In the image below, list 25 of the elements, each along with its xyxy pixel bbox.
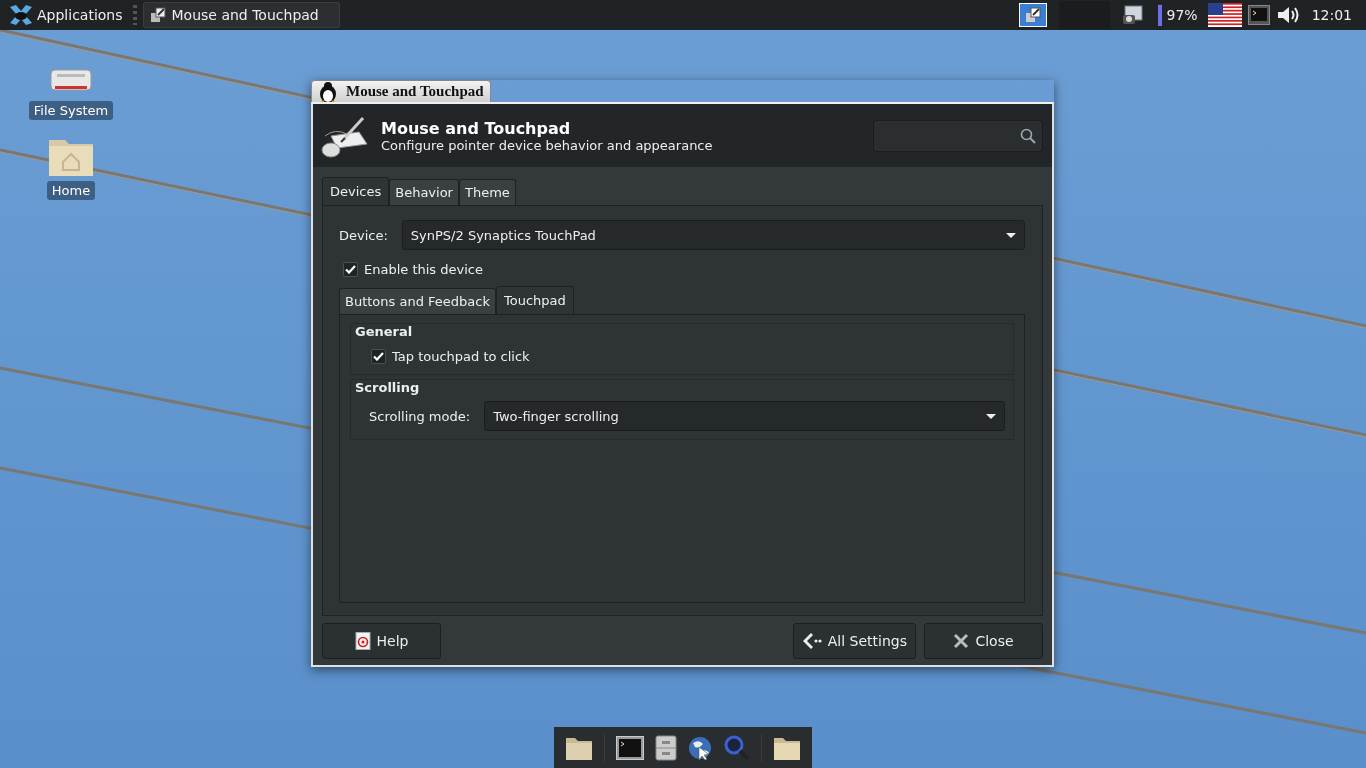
all-settings-button[interactable]: All Settings (792, 622, 916, 659)
clock[interactable]: 12:01 (1311, 7, 1352, 23)
dialog-subtitle: Configure pointer device behavior and appearance (381, 137, 714, 153)
battery-percentage: 97% (1166, 7, 1198, 23)
checkbox-label[interactable]: Tap touchpad to click (392, 349, 530, 364)
field-label: Device: (339, 227, 388, 243)
help-button[interactable]: Help (322, 622, 441, 659)
tab[interactable]: Behavior (389, 179, 459, 205)
close-button[interactable]: Close (924, 622, 1043, 659)
section-heading: General (355, 324, 413, 339)
desktop-icon-label[interactable]: File System (28, 101, 114, 120)
dialog-title: Mouse and Touchpad (381, 118, 572, 138)
desktop-icon-label[interactable]: Home (46, 181, 96, 200)
window-title: Mouse and Touchpad (346, 83, 484, 100)
tab[interactable]: Theme (458, 179, 516, 205)
applications-menu-button[interactable]: Applications (6, 1, 127, 29)
device-dropdown[interactable]: SynPS/2 Synaptics TouchPad (401, 220, 1025, 250)
tab[interactable]: Devices (322, 177, 390, 205)
scrolling-mode-dropdown[interactable]: Two-finger scrolling (484, 401, 1005, 431)
taskbar-button[interactable]: Mouse and Touchpad (142, 2, 340, 28)
checkbox-label[interactable]: Enable this device (364, 262, 483, 277)
tab[interactable]: Touchpad (495, 286, 574, 314)
field-label: Scrolling mode: (369, 408, 471, 424)
tab[interactable]: Buttons and Feedback (339, 288, 496, 314)
section-heading: Scrolling (355, 380, 420, 395)
